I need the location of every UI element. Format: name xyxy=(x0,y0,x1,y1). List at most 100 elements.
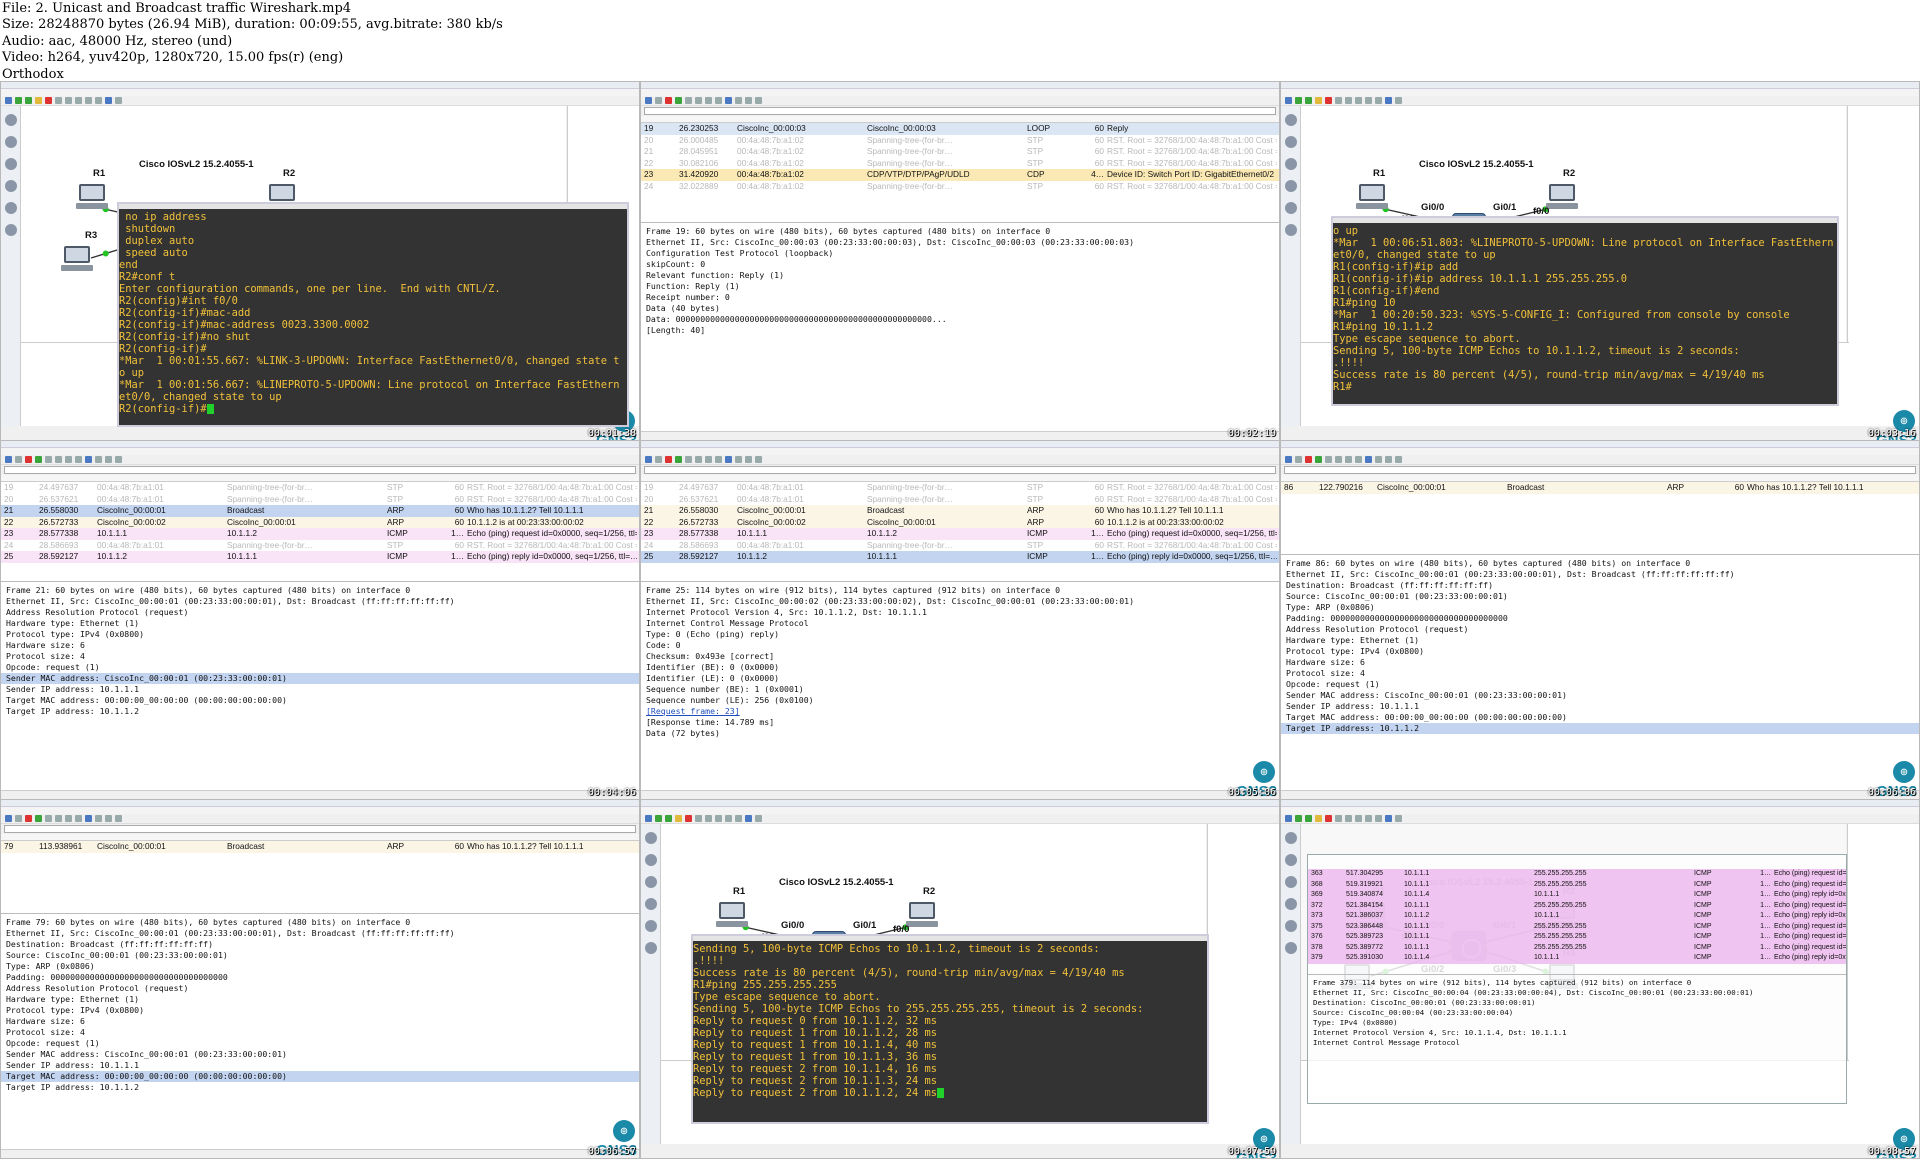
detail-line[interactable]: Data (72 bytes) xyxy=(646,728,1279,739)
toolbar-button[interactable] xyxy=(25,456,32,463)
detail-line[interactable]: Address Resolution Protocol (request) xyxy=(6,607,639,618)
console-terminal-window[interactable]: Sending 5, 100-byte ICMP Echos to 10.1.1… xyxy=(691,934,1209,1124)
packet-row[interactable]: 25 28.592127 10.1.1.2 10.1.1.1 ICMP 1… Echo (p… xyxy=(1,551,639,563)
detail-line[interactable]: Type: ARP (0x0806) xyxy=(1286,602,1919,613)
detail-line[interactable]: Identifier (BE): 0 (0x0000) xyxy=(646,662,1279,673)
detail-line[interactable]: Internet Control Message Protocol xyxy=(646,618,1279,629)
toolbar-button[interactable] xyxy=(645,97,652,104)
detail-line[interactable]: Function: Reply (1) xyxy=(646,281,1279,292)
toolbar-button[interactable] xyxy=(55,815,62,822)
toolbar-button[interactable] xyxy=(35,456,42,463)
toolbar-button[interactable] xyxy=(115,456,122,463)
toolbar-button[interactable] xyxy=(675,456,682,463)
toolbar-button[interactable] xyxy=(1325,456,1332,463)
node-type-icon[interactable] xyxy=(4,202,17,214)
toolbar-button[interactable] xyxy=(745,97,752,104)
toolbar-button[interactable] xyxy=(5,97,12,104)
toolbar-button[interactable] xyxy=(725,97,732,104)
detail-line[interactable]: Code: 0 xyxy=(646,640,1279,651)
node-type-icon[interactable] xyxy=(1284,136,1297,148)
packet-row[interactable]: 20 26.000485 00:4a:48:7b:a1:02 Spanning-tre… xyxy=(641,134,1279,146)
detail-line[interactable]: [Request frame: 23] xyxy=(646,706,1279,717)
toolbar-button[interactable] xyxy=(1285,456,1292,463)
detail-line[interactable]: Receipt number: 0 xyxy=(646,292,1279,303)
detail-line[interactable]: Protocol size: 4 xyxy=(1286,668,1919,679)
detail-line[interactable]: Hardware type: Ethernet (1) xyxy=(6,994,639,1005)
pc-node-icon[interactable] xyxy=(76,184,108,210)
toolbar-button[interactable] xyxy=(85,456,92,463)
toolbar-button[interactable] xyxy=(1315,815,1322,822)
detail-line[interactable]: Internet Protocol Version 4, Src: 10.1.1… xyxy=(1313,1028,1846,1038)
detail-line[interactable]: Address Resolution Protocol (request) xyxy=(6,983,639,994)
toolbar-button[interactable] xyxy=(1315,456,1322,463)
packet-row[interactable]: 379 525.391030 10.1.1.4 10.1.1.1 ICMP 1… Echo … xyxy=(1308,953,1846,964)
toolbar-button[interactable] xyxy=(1285,815,1292,822)
node-type-icon[interactable] xyxy=(1284,180,1297,192)
packet-row[interactable]: 24 28.586693 00:4a:48:7b:a1:01 Spanning-tre… xyxy=(641,539,1279,551)
toolbar-button[interactable] xyxy=(735,815,742,822)
toolbar-button[interactable] xyxy=(745,815,752,822)
toolbar-button[interactable] xyxy=(1325,97,1332,104)
toolbar-button[interactable] xyxy=(725,815,732,822)
packet-row[interactable]: 24 28.586693 00:4a:48:7b:a1:01 Spanning-tre… xyxy=(1,539,639,551)
detail-line[interactable]: Hardware type: Ethernet (1) xyxy=(1286,635,1919,646)
node-type-icon[interactable] xyxy=(644,942,657,954)
detail-line[interactable]: Target IP address: 10.1.1.2 xyxy=(1281,723,1919,734)
toolbar-button[interactable] xyxy=(715,815,722,822)
detail-line[interactable]: Padding: 0000000000000000000000000000000… xyxy=(1286,613,1919,624)
toolbar-button[interactable] xyxy=(695,456,702,463)
node-type-icon[interactable] xyxy=(1284,854,1297,866)
toolbar-button[interactable] xyxy=(95,456,102,463)
node-type-icon[interactable] xyxy=(644,920,657,932)
detail-line[interactable]: Type: ARP (0x0806) xyxy=(6,961,639,972)
pc-node-icon[interactable] xyxy=(716,902,748,928)
packet-row[interactable]: 373 521.386037 10.1.1.2 10.1.1.1 ICMP 1… Echo … xyxy=(1308,911,1846,922)
detail-line[interactable]: Configuration Test Protocol (loopback) xyxy=(646,248,1279,259)
toolbar-button[interactable] xyxy=(685,815,692,822)
node-type-icon[interactable] xyxy=(4,180,17,192)
detail-line[interactable]: Hardware size: 6 xyxy=(6,640,639,651)
toolbar-button[interactable] xyxy=(665,815,672,822)
packet-row[interactable]: 23 28.577338 10.1.1.1 10.1.1.2 ICMP 1… Echo (p… xyxy=(641,528,1279,540)
toolbar-button[interactable] xyxy=(1365,815,1372,822)
detail-line[interactable]: Address Resolution Protocol (request) xyxy=(1286,624,1919,635)
detail-line[interactable]: Relevant function: Reply (1) xyxy=(646,270,1279,281)
packet-row[interactable]: 86 122.790216 CiscoInc_00:00:01 Broadcast AR… xyxy=(1281,482,1919,494)
node-type-icon[interactable] xyxy=(4,158,17,170)
node-type-icon[interactable] xyxy=(1284,876,1297,888)
packet-row[interactable]: 21 26.558030 CiscoInc_00:00:01 Broadcast ARP… xyxy=(641,505,1279,517)
node-type-icon[interactable] xyxy=(1284,898,1297,910)
detail-line[interactable]: Source: CiscoInc_00:00:01 (00:23:33:00:0… xyxy=(6,950,639,961)
toolbar-button[interactable] xyxy=(1355,456,1362,463)
toolbar-button[interactable] xyxy=(755,815,762,822)
display-filter-input[interactable] xyxy=(644,107,1276,115)
detail-line[interactable]: Sender IP address: 10.1.1.1 xyxy=(6,1060,639,1071)
detail-line[interactable]: Protocol size: 4 xyxy=(6,651,639,662)
toolbar-button[interactable] xyxy=(5,456,12,463)
toolbar-button[interactable] xyxy=(1385,97,1392,104)
toolbar-button[interactable] xyxy=(695,815,702,822)
detail-line[interactable]: Protocol type: IPv4 (0x0800) xyxy=(1286,646,1919,657)
detail-line[interactable]: Source: CiscoInc_00:00:01 (00:23:33:00:0… xyxy=(1286,591,1919,602)
toolbar-button[interactable] xyxy=(1385,815,1392,822)
detail-line[interactable]: skipCount: 0 xyxy=(646,259,1279,270)
toolbar-button[interactable] xyxy=(1345,456,1352,463)
toolbar-button[interactable] xyxy=(755,97,762,104)
toolbar-button[interactable] xyxy=(105,97,112,104)
toolbar-button[interactable] xyxy=(55,97,62,104)
detail-line[interactable]: Data (40 bytes) xyxy=(646,303,1279,314)
toolbar-button[interactable] xyxy=(655,456,662,463)
packet-row[interactable]: 19 24.497637 00:4a:48:7b:a1:01 Spanning-tre… xyxy=(1,482,639,494)
detail-line[interactable]: Target IP address: 10.1.1.2 xyxy=(6,706,639,717)
toolbar-button[interactable] xyxy=(1355,815,1362,822)
display-filter-input[interactable] xyxy=(1284,466,1916,474)
detail-line[interactable]: Sender MAC address: CiscoInc_00:00:01 (0… xyxy=(6,1049,639,1060)
toolbar-button[interactable] xyxy=(755,456,762,463)
toolbar-button[interactable] xyxy=(705,815,712,822)
toolbar-button[interactable] xyxy=(1305,815,1312,822)
node-type-icon[interactable] xyxy=(1284,158,1297,170)
node-type-icon[interactable] xyxy=(1284,224,1297,236)
toolbar-button[interactable] xyxy=(1395,815,1402,822)
detail-line[interactable]: Sender MAC address: CiscoInc_00:00:01 (0… xyxy=(1286,690,1919,701)
detail-line[interactable]: Frame 79: 60 bytes on wire (480 bits), 6… xyxy=(6,917,639,928)
